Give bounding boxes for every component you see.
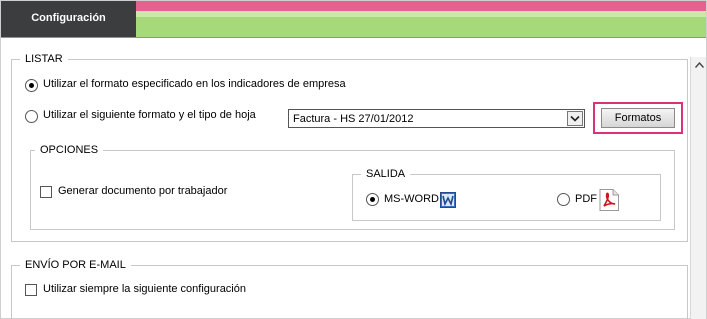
always-use-config-checkbox[interactable] xyxy=(25,284,37,296)
word-icon xyxy=(440,192,456,208)
chevron-up-icon xyxy=(694,62,704,68)
radio-company-format-label: Utilizar el formato especificado en los … xyxy=(43,78,346,90)
header-divider xyxy=(1,37,706,38)
pdf-label: PDF xyxy=(575,193,597,205)
dropdown-button[interactable] xyxy=(567,111,583,126)
format-select-value: Factura - HS 27/01/2012 xyxy=(293,113,414,125)
tab-configuracion[interactable]: Configuración xyxy=(1,1,136,38)
pdf-icon xyxy=(599,189,619,211)
generate-per-worker-label: Generar documento por trabajador xyxy=(58,185,228,197)
always-use-config-label: Utilizar siempre la siguiente configurac… xyxy=(43,283,246,295)
formatos-button[interactable]: Formatos xyxy=(601,108,675,128)
header-bar: Configuración xyxy=(1,1,706,38)
generate-per-worker-checkbox[interactable] xyxy=(40,186,52,198)
format-select[interactable]: Factura - HS 27/01/2012 xyxy=(288,109,585,128)
opciones-legend: OPCIONES xyxy=(35,144,104,156)
listar-legend: LISTAR xyxy=(20,53,68,65)
scroll-up-button[interactable] xyxy=(691,57,707,73)
vertical-scrollbar[interactable] xyxy=(690,57,706,319)
chevron-down-icon xyxy=(570,115,580,122)
header-green-strip xyxy=(136,17,706,37)
radio-company-format[interactable] xyxy=(25,79,38,92)
radio-msword[interactable] xyxy=(366,193,379,206)
email-legend: ENVÍO POR E-MAIL xyxy=(20,259,131,271)
msword-label: MS-WORD xyxy=(384,193,439,205)
radio-custom-format[interactable] xyxy=(25,110,38,123)
radio-pdf[interactable] xyxy=(557,193,570,206)
salida-legend: SALIDA xyxy=(361,168,411,180)
header-pink-strip xyxy=(136,1,706,11)
radio-custom-format-label: Utilizar el siguiente formato y el tipo … xyxy=(43,109,256,121)
